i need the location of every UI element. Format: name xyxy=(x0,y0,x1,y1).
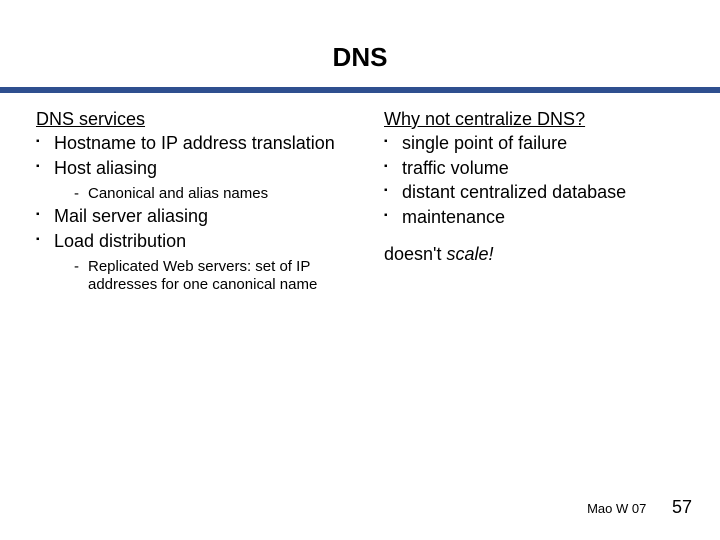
right-list: single point of failure traffic volume d… xyxy=(384,132,692,228)
footer: Mao W 07 57 xyxy=(587,497,692,518)
slide-body: DNS services Hostname to IP address tran… xyxy=(0,93,720,296)
list-item: Host aliasing Canonical and alias names xyxy=(36,157,344,204)
list-item-text: Host aliasing xyxy=(54,158,157,178)
sub-list-item: Canonical and alias names xyxy=(74,185,344,203)
list-item: single point of failure xyxy=(384,132,692,155)
list-item-text: Hostname to IP address translation xyxy=(54,133,335,153)
left-list: Hostname to IP address translation Host … xyxy=(36,132,344,294)
page-number: 57 xyxy=(672,497,692,518)
list-item: Hostname to IP address translation xyxy=(36,132,344,155)
list-item: Load distribution Replicated Web servers… xyxy=(36,230,344,295)
sub-list: Replicated Web servers: set of IP addres… xyxy=(54,258,344,294)
list-item: distant centralized database xyxy=(384,181,692,204)
slide: DNS DNS services Hostname to IP address … xyxy=(0,0,720,540)
slide-title: DNS xyxy=(0,0,720,87)
tail-plain: doesn't xyxy=(384,244,446,264)
left-column: DNS services Hostname to IP address tran… xyxy=(18,109,362,296)
sub-list-item: Replicated Web servers: set of IP addres… xyxy=(74,258,344,294)
tail-em: scale! xyxy=(446,244,493,264)
list-item: traffic volume xyxy=(384,157,692,180)
sub-list: Canonical and alias names xyxy=(54,185,344,203)
list-item: Mail server aliasing xyxy=(36,205,344,228)
right-column: Why not centralize DNS? single point of … xyxy=(362,109,702,296)
list-item-text: Load distribution xyxy=(54,231,186,251)
footer-credit: Mao W 07 xyxy=(587,501,646,516)
left-heading: DNS services xyxy=(36,109,344,130)
list-item: maintenance xyxy=(384,206,692,229)
list-item-text: Mail server aliasing xyxy=(54,206,208,226)
right-tail: doesn't scale! xyxy=(384,244,692,265)
right-heading: Why not centralize DNS? xyxy=(384,109,692,130)
